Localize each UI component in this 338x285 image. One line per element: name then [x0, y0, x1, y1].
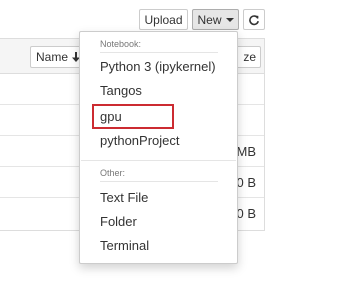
section-underline [100, 181, 218, 182]
new-button[interactable]: New [192, 9, 239, 30]
upload-button[interactable]: Upload [139, 9, 188, 30]
notebook-section-header: Notebook: [100, 39, 142, 49]
refresh-button[interactable] [243, 9, 265, 30]
highlight-annotation-box [92, 104, 174, 129]
caret-down-icon [225, 17, 234, 22]
menu-item-text-file[interactable]: Text File [100, 190, 148, 205]
menu-item-python3-kernel[interactable]: Python 3 (ipykernel) [100, 59, 216, 74]
file-size: 0 B [236, 206, 256, 221]
name-column-label: Name [36, 50, 69, 64]
section-underline [100, 52, 218, 53]
name-sort-button[interactable]: Name [30, 46, 82, 68]
menu-item-folder[interactable]: Folder [100, 214, 137, 229]
new-dropdown-menu: Notebook: Python 3 (ipykernel) Tangos gp… [79, 31, 238, 264]
menu-item-terminal[interactable]: Terminal [100, 238, 149, 253]
upload-button-label: Upload [144, 12, 183, 27]
file-size: 0 B [236, 175, 256, 190]
new-button-label: New [197, 12, 222, 27]
menu-item-pythonproject[interactable]: pythonProject [100, 133, 180, 148]
file-size: MB [236, 144, 257, 159]
refresh-icon [249, 14, 259, 25]
menu-divider [81, 160, 236, 161]
other-section-header: Other: [100, 168, 126, 178]
menu-item-tangos[interactable]: Tangos [100, 83, 142, 98]
size-column-label: ze [243, 50, 256, 64]
